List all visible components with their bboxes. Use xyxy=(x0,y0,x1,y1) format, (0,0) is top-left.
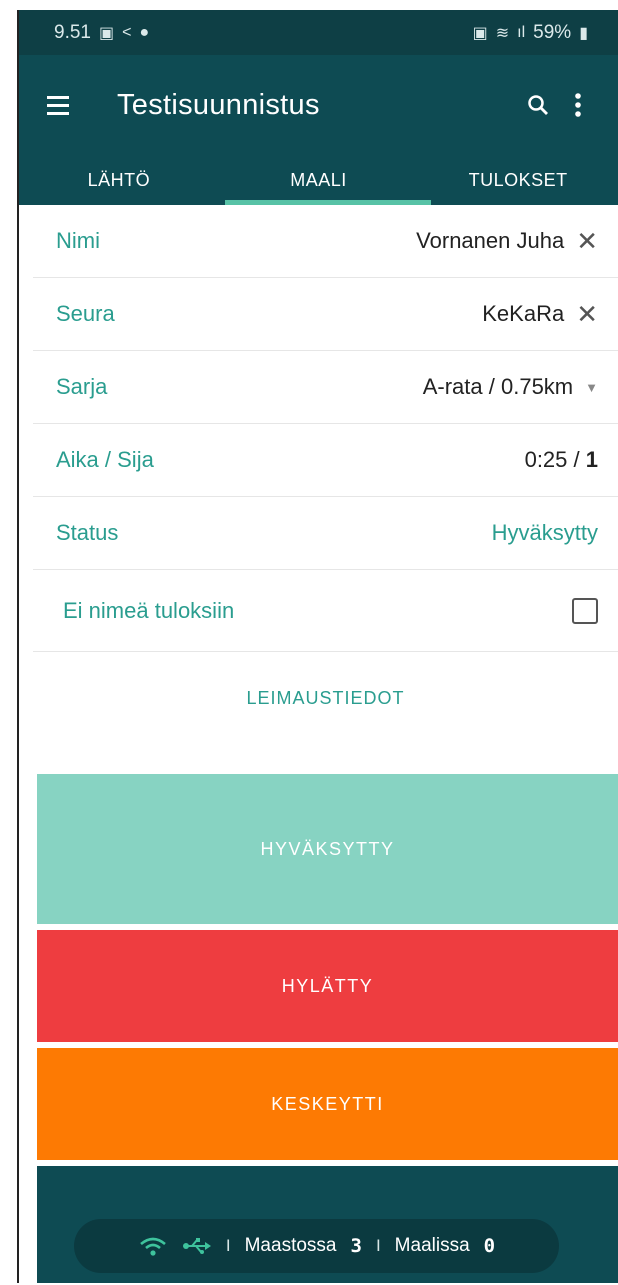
app-bar: Testisuunnistus xyxy=(19,55,618,155)
series-row[interactable]: Sarja A-rata / 0.75km ▼ xyxy=(33,351,618,424)
club-value[interactable]: KeKaRa xyxy=(482,301,564,327)
more-vertical-icon xyxy=(575,93,581,117)
system-status-bar: 9.51 ▣ < ● ▣ ≋ ıl 59% ▮ xyxy=(19,10,618,55)
competitor-form: Nimi Vornanen Juha ✕ Seura KeKaRa ✕ Sarj… xyxy=(33,205,618,745)
overflow-menu-button[interactable] xyxy=(558,85,598,125)
hide-name-checkbox[interactable] xyxy=(572,597,598,624)
counter-bar: I Maastossa 3 I Maalissa 0 xyxy=(74,1219,559,1273)
time-rank-row: Aika / Sija 0:25 / 1 xyxy=(33,424,618,497)
club-label: Seura xyxy=(56,301,115,326)
tab-bar: LÄHTÖ MAALI TULOKSET xyxy=(19,155,618,205)
time-rank-separator: / xyxy=(567,447,586,472)
status-row: Status Hyväksytty xyxy=(33,497,618,570)
share-icon: < xyxy=(122,23,132,41)
in-forest-label: Maastossa xyxy=(244,1235,337,1256)
wifi-icon xyxy=(140,1237,166,1256)
punch-details-button[interactable]: LEIMAUSTIEDOT xyxy=(33,652,618,745)
usb-icon xyxy=(182,1238,211,1254)
tab-finish[interactable]: MAALI xyxy=(219,155,419,205)
gallery-icon: ▣ xyxy=(98,24,115,42)
tab-start[interactable]: LÄHTÖ xyxy=(19,155,219,205)
lock-icon: ▣ xyxy=(472,24,488,42)
wifi-signal-icon: ≋ xyxy=(495,24,510,42)
battery-percent: 59% xyxy=(533,21,572,43)
approved-button[interactable]: HYVÄKSYTTY xyxy=(37,774,618,924)
name-label: Nimi xyxy=(56,228,100,253)
separator: I xyxy=(375,1236,381,1255)
clock: 9.51 xyxy=(54,21,91,43)
cell-signal-icon: ıl xyxy=(517,23,526,41)
search-button[interactable] xyxy=(518,85,558,125)
series-label: Sarja xyxy=(56,374,108,399)
in-forest-count: 3 xyxy=(350,1235,362,1257)
tab-results[interactable]: TULOKSET xyxy=(418,155,618,205)
dnf-button[interactable]: KESKEYTTI xyxy=(37,1048,618,1160)
finished-count: 0 xyxy=(483,1235,496,1257)
status-value: Hyväksytty xyxy=(491,520,598,545)
club-row: Seura KeKaRa ✕ xyxy=(33,278,618,351)
clear-club-icon[interactable]: ✕ xyxy=(576,301,598,327)
series-value[interactable]: A-rata / 0.75km xyxy=(423,374,573,400)
name-value[interactable]: Vornanen Juha xyxy=(416,228,564,254)
name-row: Nimi Vornanen Juha ✕ xyxy=(33,205,618,278)
app-screen: 9.51 ▣ < ● ▣ ≋ ıl 59% ▮ Testisuunnistus xyxy=(17,10,618,1283)
hamburger-menu-icon[interactable] xyxy=(47,95,79,115)
search-icon xyxy=(528,95,548,115)
chevron-down-icon[interactable]: ▼ xyxy=(585,380,598,395)
app-title: Testisuunnistus xyxy=(117,88,320,121)
rank-value: 1 xyxy=(585,447,598,472)
location-icon: ● xyxy=(139,23,150,41)
separator: I xyxy=(225,1236,231,1255)
time-value: 0:25 xyxy=(524,447,568,472)
battery-icon: ▮ xyxy=(579,24,588,42)
time-rank-label: Aika / Sija xyxy=(56,447,154,472)
disqualified-button[interactable]: HYLÄTTY xyxy=(37,930,618,1042)
hide-name-row[interactable]: Ei nimeä tuloksiin xyxy=(33,570,618,652)
hide-name-label: Ei nimeä tuloksiin xyxy=(63,597,235,623)
clear-name-icon[interactable]: ✕ xyxy=(576,228,598,254)
finished-label: Maalissa xyxy=(394,1235,470,1256)
status-label: Status xyxy=(56,520,119,545)
